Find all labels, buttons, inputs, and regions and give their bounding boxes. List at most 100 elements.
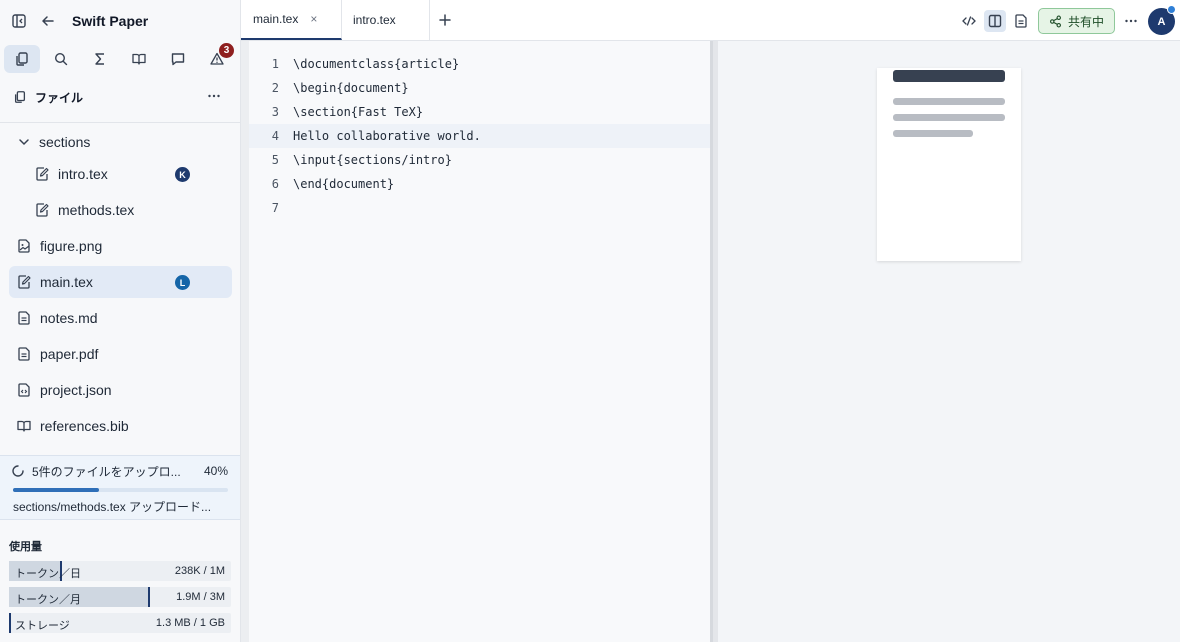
line-code: \end{document} <box>293 177 395 191</box>
tab-label: intro.tex <box>353 13 396 27</box>
tree-item-project-json[interactable]: project.json <box>9 374 232 406</box>
tree-item-label: notes.md <box>40 310 98 326</box>
files-title: ファイル <box>35 90 84 105</box>
tab-label: main.tex <box>253 12 299 26</box>
line-code: \section{Fast TeX} <box>293 105 424 119</box>
line-code: Hello collaborative world. <box>293 129 481 143</box>
add-tab-button[interactable] <box>437 12 453 28</box>
upload-status: 5件のファイルをアップロ... 40% sections/methods.tex… <box>0 455 240 520</box>
source-view-button[interactable] <box>958 10 980 32</box>
spinner-icon <box>12 465 24 477</box>
file-edit-icon <box>15 273 33 291</box>
tab-comments[interactable] <box>160 45 196 73</box>
file-edit-icon <box>33 201 51 219</box>
upload-current-file: sections/methods.tex アップロード... <box>13 500 212 514</box>
tree-item-intro-tex[interactable]: intro.tex K <box>9 158 232 190</box>
sidebar-tabs: 3 <box>4 43 240 74</box>
more-horizontal-icon <box>1125 19 1137 23</box>
document-icon <box>1015 14 1027 28</box>
usage-value: 1.9M / 3M <box>176 591 225 603</box>
usage-value: 238K / 1M <box>174 565 225 577</box>
issues-badge: 3 <box>219 43 234 58</box>
line-number: 3 <box>271 105 279 119</box>
files-icon <box>16 52 28 66</box>
upload-progress-fill <box>13 488 99 492</box>
app-title: Swift Paper <box>72 13 149 29</box>
editor-line[interactable]: 6 \end{document} <box>249 172 710 196</box>
files-icon <box>14 91 26 103</box>
preview-text-placeholder <box>893 98 1005 105</box>
tree-item-label: main.tex <box>40 274 93 290</box>
tab-intro-tex[interactable]: intro.tex <box>342 0 430 40</box>
tree-item-paper-pdf[interactable]: paper.pdf <box>9 338 232 370</box>
tab-main-tex[interactable]: main.tex × <box>241 0 342 40</box>
tab-references[interactable] <box>121 45 157 73</box>
code-editor[interactable]: 1 \documentclass{article} 2 \begin{documen… <box>249 41 710 642</box>
tree-item-references-bib[interactable]: references.bib <box>9 410 232 442</box>
line-number: 1 <box>271 57 279 71</box>
share-button[interactable]: 共有中 <box>1038 8 1115 34</box>
editor-line[interactable]: 1 \documentclass{article} <box>249 52 710 76</box>
file-edit-icon <box>33 165 51 183</box>
more-options-button[interactable] <box>1120 10 1142 32</box>
back-button[interactable] <box>38 11 58 31</box>
editor-line[interactable]: 3 \section{Fast TeX} <box>249 100 710 124</box>
tree-item-methods-tex[interactable]: methods.tex <box>9 194 232 226</box>
sidebar: Swift Paper 3 ファイル sections intro.tex K … <box>0 0 241 642</box>
files-header: ファイル <box>0 84 240 110</box>
editor-line-active[interactable]: 4 Hello collaborative world. <box>249 124 710 148</box>
preview-page <box>877 68 1021 261</box>
image-file-icon <box>15 237 33 255</box>
preview-text-placeholder <box>893 114 1005 121</box>
line-code: \documentclass{article} <box>293 57 460 71</box>
tree-item-label: paper.pdf <box>40 346 99 362</box>
tree-item-main-tex[interactable]: main.tex L <box>9 266 232 298</box>
tab-files[interactable] <box>4 45 40 73</box>
line-number: 4 <box>271 129 279 143</box>
tree-item-sections[interactable]: sections <box>9 126 232 158</box>
usage-label: ストレージ <box>15 620 70 632</box>
preview-view-button[interactable] <box>1010 10 1032 32</box>
code-file-icon <box>15 381 33 399</box>
document-icon <box>15 309 33 327</box>
usage-row-tokens-day: トークン／日 238K / 1M <box>9 561 231 581</box>
upload-summary: 5件のファイルをアップロ... 40% <box>12 464 228 479</box>
line-code: \input{sections/intro} <box>293 153 452 167</box>
tree-item-label: intro.tex <box>58 166 108 182</box>
upload-progress-bar <box>13 488 228 492</box>
usage-row-storage: ストレージ 1.3 MB / 1 GB <box>9 613 231 633</box>
tree-item-label: sections <box>39 134 91 150</box>
toggle-sidebar-button[interactable] <box>9 11 29 31</box>
close-tab-button[interactable]: × <box>310 12 317 26</box>
editor-line[interactable]: 7 <box>249 196 710 220</box>
files-more-button[interactable] <box>206 88 222 104</box>
tab-search[interactable] <box>43 45 79 73</box>
book-open-icon <box>15 417 33 435</box>
plus-icon <box>439 14 451 26</box>
sidebar-header: Swift Paper <box>0 0 240 42</box>
preview-heading-placeholder <box>893 70 1005 82</box>
editor-line[interactable]: 5 \input{sections/intro} <box>249 148 710 172</box>
usage-fill <box>9 613 11 633</box>
comment-icon <box>171 53 185 66</box>
editor-line[interactable]: 2 \begin{document} <box>249 76 710 100</box>
online-status-dot <box>1167 5 1176 14</box>
document-icon <box>15 345 33 363</box>
collaborator-avatar: L <box>175 275 190 290</box>
tab-issues[interactable]: 3 <box>199 43 235 73</box>
sidebar-resize-handle[interactable] <box>241 41 249 642</box>
share-icon <box>1050 15 1061 27</box>
usage-label: トークン／月 <box>15 594 81 606</box>
tab-symbols[interactable] <box>82 45 118 73</box>
line-number: 5 <box>271 153 279 167</box>
tree-item-figure-png[interactable]: figure.png <box>9 230 232 262</box>
tree-item-notes-md[interactable]: notes.md <box>9 302 232 334</box>
pane-resize-handle[interactable] <box>710 41 718 642</box>
line-number: 6 <box>271 177 279 191</box>
editor-topbar: main.tex × intro.tex 共有中 A <box>241 0 1180 41</box>
split-view-button[interactable] <box>984 10 1006 32</box>
line-code: \begin{document} <box>293 81 409 95</box>
share-label: 共有中 <box>1067 14 1104 29</box>
line-number: 2 <box>271 81 279 95</box>
tree-item-label: references.bib <box>40 418 129 434</box>
